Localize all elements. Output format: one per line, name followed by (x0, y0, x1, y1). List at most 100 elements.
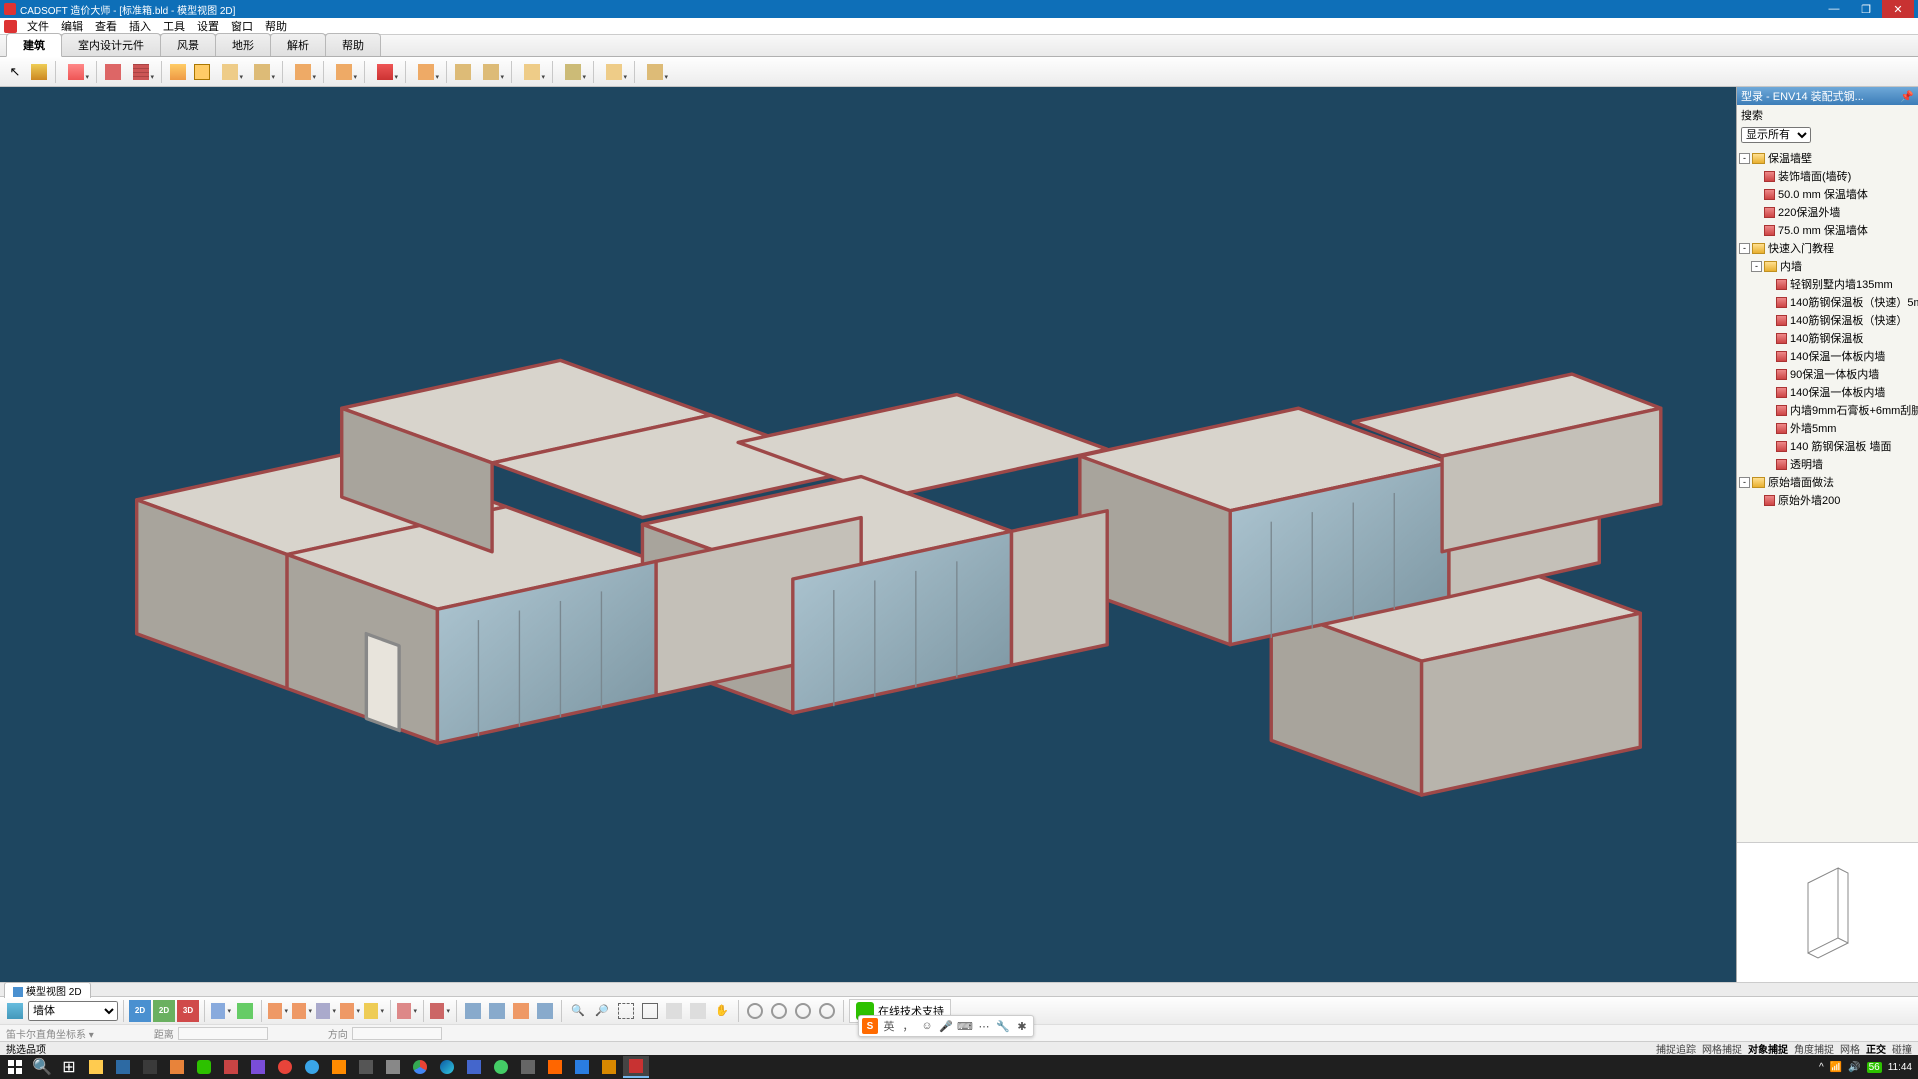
tree-item[interactable]: 75.0 mm 保温墙体 (1739, 221, 1916, 239)
house-view-2[interactable] (291, 1000, 313, 1022)
snap-track[interactable]: 捕捉追踪 (1656, 1041, 1696, 1056)
tree-item[interactable]: 外墙5mm (1739, 419, 1916, 437)
task-app-13[interactable] (488, 1056, 514, 1078)
tree-expander[interactable]: - (1751, 261, 1762, 272)
wall-tool-1[interactable] (102, 61, 124, 83)
tab-help[interactable]: 帮助 (325, 33, 381, 56)
menu-file[interactable]: 文件 (21, 18, 55, 34)
tab-building[interactable]: 建筑 (6, 33, 62, 57)
ime-more[interactable]: ⋯ (976, 1018, 992, 1034)
catalog-header[interactable]: 型录 - ENV14 装配式钢... 📌 (1737, 87, 1918, 105)
orbit-2[interactable] (768, 1000, 790, 1022)
tab-analysis[interactable]: 解析 (270, 33, 326, 56)
tree-item[interactable]: 原始外墙200 (1739, 491, 1916, 509)
sogou-logo-icon[interactable]: S (862, 1018, 878, 1034)
wall-view[interactable] (429, 1000, 451, 1022)
task-app-5[interactable] (218, 1056, 244, 1078)
snap-object[interactable]: 对象捕捉 (1748, 1041, 1788, 1056)
tree-item[interactable]: 140筋钢保温板（快速） (1739, 311, 1916, 329)
trophy-tool[interactable] (363, 1000, 385, 1022)
task-app-11[interactable] (380, 1056, 406, 1078)
dimension-tool[interactable] (599, 61, 629, 83)
task-app-17[interactable] (596, 1056, 622, 1078)
task-app-16[interactable] (569, 1056, 595, 1078)
tree-item[interactable]: 50.0 mm 保温墙体 (1739, 185, 1916, 203)
zoom-in-button[interactable]: 🔍 (567, 1000, 589, 1022)
task-cadsoft[interactable] (623, 1056, 649, 1078)
catalog-filter-select[interactable]: 显示所有 (1741, 127, 1811, 143)
house-view-3[interactable] (315, 1000, 337, 1022)
tab-terrain[interactable]: 地形 (215, 33, 271, 56)
sheet-tool-3[interactable] (510, 1000, 532, 1022)
floor-tool[interactable] (215, 61, 245, 83)
ime-toolbar[interactable]: S 英 ， ☺ 🎤 ⌨ ⋯ 🔧 ✱ (858, 1015, 1034, 1037)
start-button[interactable] (2, 1056, 28, 1078)
task-app-7[interactable] (272, 1056, 298, 1078)
tree-item[interactable]: 90保温一体板内墙 (1739, 365, 1916, 383)
task-wechat[interactable] (191, 1056, 217, 1078)
house-view-1[interactable] (267, 1000, 289, 1022)
slab-tool[interactable] (247, 61, 277, 83)
snap-angle[interactable]: 角度捕捉 (1794, 1041, 1834, 1056)
task-app-10[interactable] (353, 1056, 379, 1078)
tree-item[interactable]: -内墙 (1739, 257, 1916, 275)
tree-item[interactable]: -保温墙壁 (1739, 149, 1916, 167)
coord-system-dropdown[interactable]: 笛卡尔直角坐标系 ▾ (6, 1026, 94, 1041)
snap-grid[interactable]: 网格捕捉 (1702, 1041, 1742, 1056)
ime-voice[interactable]: 🎤 (938, 1018, 954, 1034)
wall-tool-2[interactable] (126, 61, 156, 83)
snap-gridshow[interactable]: 网格 (1840, 1041, 1860, 1056)
task-explorer[interactable] (83, 1056, 109, 1078)
task-app-6[interactable] (245, 1056, 271, 1078)
tree-expander[interactable]: - (1739, 153, 1750, 164)
ime-punct[interactable]: ， (900, 1018, 916, 1034)
view-3d-button[interactable]: 3D (177, 1000, 199, 1022)
tree-item[interactable]: 140筋钢保温板 (1739, 329, 1916, 347)
task-app-2[interactable] (137, 1056, 163, 1078)
task-app-9[interactable] (326, 1056, 352, 1078)
foundation-tool[interactable] (558, 61, 588, 83)
snap-ortho[interactable]: 正交 (1866, 1041, 1886, 1056)
menu-view[interactable]: 查看 (89, 18, 123, 34)
roof-tool[interactable] (370, 61, 400, 83)
zoom-prev-button[interactable] (687, 1000, 709, 1022)
door-tool[interactable] (288, 61, 318, 83)
tray-battery[interactable]: 56 (1867, 1062, 1882, 1073)
menu-insert[interactable]: 插入 (123, 18, 157, 34)
task-edge[interactable] (434, 1056, 460, 1078)
orbit-4[interactable] (816, 1000, 838, 1022)
menu-help[interactable]: 帮助 (259, 18, 293, 34)
task-app-1[interactable] (110, 1056, 136, 1078)
ime-skin[interactable]: ✱ (1014, 1018, 1030, 1034)
maximize-button[interactable]: ❐ (1850, 0, 1882, 18)
task-app-8[interactable] (299, 1056, 325, 1078)
menu-settings[interactable]: 设置 (191, 18, 225, 34)
ime-tools[interactable]: 🔧 (995, 1018, 1011, 1034)
sheet-tool-2[interactable] (486, 1000, 508, 1022)
task-app-3[interactable] (164, 1056, 190, 1078)
view-2d-alt-button[interactable]: 2D (153, 1000, 175, 1022)
catalog-tree[interactable]: -保温墙壁装饰墙面(墙砖)50.0 mm 保温墙体220保温外墙75.0 mm … (1737, 147, 1918, 842)
tree-item[interactable]: 140保温一体板内墙 (1739, 383, 1916, 401)
tray-volume-icon[interactable]: 🔊 (1848, 1062, 1860, 1073)
stair-tool[interactable] (329, 61, 359, 83)
distance-input[interactable] (178, 1027, 268, 1040)
paint-tool[interactable] (28, 61, 50, 83)
pan-button[interactable]: ✋ (711, 1000, 733, 1022)
tray-clock[interactable]: 11:44 (1888, 1062, 1912, 1073)
direction-input[interactable] (352, 1027, 442, 1040)
play-tool[interactable] (234, 1000, 256, 1022)
tree-item[interactable]: 140筋钢保温板（快速）5mm (1739, 293, 1916, 311)
tree-expander[interactable]: - (1739, 477, 1750, 488)
camera-tool[interactable] (210, 1000, 232, 1022)
layer-icon-button[interactable] (4, 1000, 26, 1022)
snap-collision[interactable]: 碰撞 (1892, 1041, 1912, 1056)
viewport-3d[interactable] (0, 87, 1736, 982)
orbit-3[interactable] (792, 1000, 814, 1022)
orbit-1[interactable] (744, 1000, 766, 1022)
doc-tab-model2d[interactable]: 模型视图 2D (4, 982, 91, 998)
tree-item[interactable]: 轻钢别墅内墙135mm (1739, 275, 1916, 293)
house-view-4[interactable] (339, 1000, 361, 1022)
tree-item[interactable]: -原始墙面做法 (1739, 473, 1916, 491)
minimize-button[interactable]: — (1818, 0, 1850, 18)
